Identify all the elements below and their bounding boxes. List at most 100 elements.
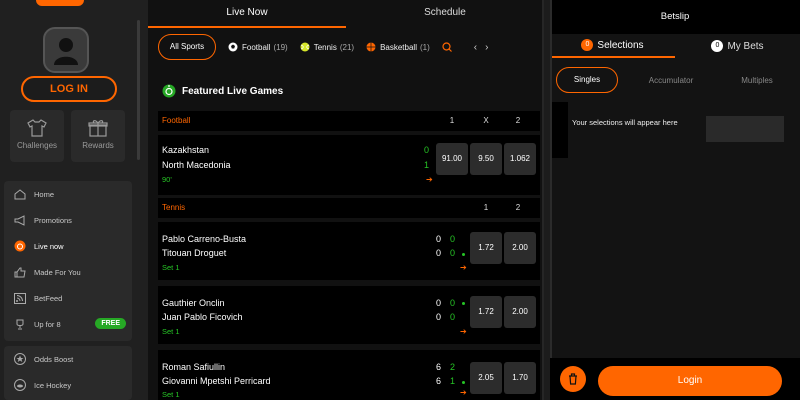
rewards-tile[interactable]: Rewards [71,110,125,162]
team-name: Juan Pablo Ficovich [162,312,243,322]
filter-arrows: ‹ › [466,42,489,53]
sidebar-item-label: Promotions [34,215,72,225]
app-root: LOG IN Challenges Rewards Home Promotion… [0,0,800,400]
main-tabs: Live Now Schedule [148,0,544,28]
tab-multiples[interactable]: Multiples [714,76,800,85]
challenges-label: Challenges [16,141,58,150]
game-score: 0 [450,312,456,322]
tennis-section-header: Tennis 1 2 [158,198,540,218]
serve-indicator [462,381,465,384]
event-row[interactable]: Gauthier Onclin Juan Pablo Ficovich Set … [158,286,540,344]
game-score: 1 [450,376,456,386]
tab-my-bets[interactable]: 0 My Bets [675,34,800,58]
football-section-header: Football 1 X 2 [158,111,540,131]
serve-indicator [462,302,465,305]
sidebar-item-made-for-you[interactable]: Made For You [4,259,132,285]
tab-singles[interactable]: Singles [556,67,618,93]
odds-button[interactable]: 91.00 [436,143,468,175]
tab-schedule[interactable]: Schedule [346,0,544,28]
game-score: 0 [450,298,456,308]
sidebar-item-up-for-8[interactable]: Up for 8 FREE [4,311,132,337]
sidebar-item-label: Made For You [34,267,81,277]
my-bets-count: 0 [711,40,724,52]
sidebar-item-odds-boost[interactable]: Odds Boost [4,346,132,372]
odds-button[interactable]: 1.062 [504,143,536,175]
avatar [43,27,89,73]
sidebar-nav: Home Promotions Live now Made For You Be… [4,181,132,341]
gift-icon [88,120,108,137]
event-row[interactable]: Pablo Carreno-Busta Titouan Droguet Set … [158,222,540,280]
arrow-right-icon: ➔ [460,388,467,397]
set-score: 6 [436,362,442,372]
challenges-tile[interactable]: Challenges [10,110,64,162]
filter-label: Basketball [380,42,417,52]
odds-button[interactable]: 2.00 [504,232,536,264]
odds-button[interactable]: 1.70 [504,362,536,394]
clear-betslip-button[interactable] [560,366,586,392]
event-row[interactable]: Kazakhstan North Macedonia 90' 0 1 ➔ 91.… [158,135,540,195]
login-button[interactable]: LOG IN [21,76,117,102]
user-silhouette-icon [54,38,78,65]
sidebar-item-home[interactable]: Home [4,181,132,207]
tab-selections[interactable]: 0 Selections [550,34,675,58]
sidebar-scrollbar[interactable] [137,20,140,160]
trash-icon [569,373,577,385]
sidebar-item-promotions[interactable]: Promotions [4,207,132,233]
sidebar-nav-secondary: Odds Boost Ice Hockey [4,346,132,400]
team-name: Kazakhstan [162,145,210,155]
rewards-label: Rewards [82,141,114,150]
chevron-left-icon[interactable]: ‹ [474,42,477,53]
login-button[interactable]: Login [598,366,782,396]
odds-button[interactable]: 2.05 [470,362,502,394]
megaphone-icon [14,214,25,226]
match-status: 90' [162,175,172,184]
score: 0 [424,145,430,155]
logo[interactable] [36,0,84,6]
live-badge-icon [162,84,176,98]
set-score: 0 [436,312,442,322]
tab-live-now[interactable]: Live Now [148,0,346,28]
set-score: 0 [436,234,442,244]
stake-box [706,116,784,142]
col-header: 2 [515,116,521,125]
team-name: Roman Safiullin [162,362,226,372]
sport-filters: All Sports Football (19) Tennis (21) Baske… [158,34,544,60]
live-icon [14,240,26,252]
serve-indicator [462,253,465,256]
tab-accumulator[interactable]: Accumulator [628,76,714,85]
col-header: 2 [515,203,521,212]
featured-heading: Featured Live Games [162,84,283,98]
tab-label: Selections [597,39,644,51]
team-name: Pablo Carreno-Busta [162,234,247,244]
sidebar-item-live-now[interactable]: Live now [4,233,132,259]
match-status: Set 1 [162,390,180,399]
filter-count: (1) [419,42,430,52]
odds-button[interactable]: 1.72 [470,296,502,328]
puck-icon [14,379,26,391]
home-icon [14,188,26,199]
basketball-icon [366,42,376,52]
main-scrollbar[interactable] [542,0,544,400]
chevron-right-icon[interactable]: › [485,42,488,53]
sidebar-item-label: BetFeed [34,293,63,303]
odds-button[interactable]: 2.00 [504,296,536,328]
filter-more[interactable] [442,42,456,52]
filter-all-sports[interactable]: All Sports [158,34,216,60]
sidebar-item-label: Live now [34,241,64,251]
filter-tennis[interactable]: Tennis (21) [300,42,354,52]
rss-icon [14,292,26,304]
sidebar-item-label: Odds Boost [34,354,74,364]
sidebar-item-ice-hockey[interactable]: Ice Hockey [4,372,132,398]
odds-button[interactable]: 9.50 [470,143,502,175]
game-score: 0 [450,248,456,258]
sidebar-item-betfeed[interactable]: BetFeed [4,285,132,311]
filter-count: (19) [273,42,288,52]
event-row[interactable]: Roman Safiullin Giovanni Mpetshi Perrica… [158,350,540,400]
odds-button[interactable]: 1.72 [470,232,502,264]
filter-football[interactable]: Football (19) [228,42,288,52]
featured-title: Featured Live Games [182,85,284,97]
section-title: Football [162,116,191,125]
main-content: Live Now Schedule All Sports Football (19… [148,0,544,400]
filter-basketball[interactable]: Basketball (1) [366,42,430,52]
team-name: Titouan Droguet [162,248,227,258]
